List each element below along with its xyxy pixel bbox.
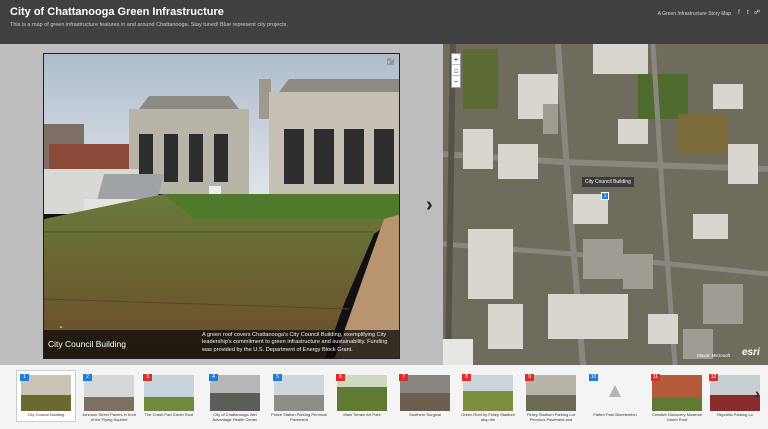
story-map-link[interactable]: A Green Infrastructure Story Map bbox=[658, 11, 731, 17]
thumbnail-label: Southern Surgical bbox=[409, 412, 441, 417]
map-attribution: Maxar, Microsoft bbox=[697, 353, 731, 358]
chevron-down-icon[interactable]: ⌄ bbox=[58, 322, 64, 330]
thumbnail-number: 12 bbox=[709, 374, 718, 381]
thumbnail-item[interactable]: 9 Finley Stadium Parking Lot Pervious Pa… bbox=[522, 371, 580, 422]
thumbnail-item[interactable]: 7 Southern Surgical bbox=[396, 371, 454, 421]
thumbnail-number: 7 bbox=[399, 374, 408, 381]
thumbnail-number: 9 bbox=[525, 374, 534, 381]
thumbnail-number: 11 bbox=[651, 374, 660, 381]
thumbnail-label: The Crash Pad Green Roof bbox=[144, 412, 194, 417]
thumbnail-item[interactable]: 11 Creative Discovery Museum Green Roof bbox=[648, 371, 706, 422]
content-area: ⤢ ⌄ City Council Building A green roof c… bbox=[0, 44, 768, 365]
photo-panel: ⤢ ⌄ City Council Building A green roof c… bbox=[43, 53, 400, 359]
thumbnail-item[interactable]: 10 Patten Park Bioretention bbox=[586, 371, 644, 421]
strip-next-icon[interactable]: › bbox=[755, 385, 760, 401]
thumbnail-strip: 1 City Council Building 2 Johnson Street… bbox=[0, 365, 768, 429]
thumbnail-item[interactable]: 8 Green Roof by Finley Stadium atop the bbox=[459, 371, 517, 422]
story-map-page: City of Chattanooga Green Infrastructure… bbox=[0, 0, 768, 429]
photo-caption: ⌄ City Council Building A green roof cov… bbox=[44, 323, 399, 358]
thumbnail-label: Republic Parking Lo bbox=[717, 412, 753, 417]
thumbnail-item[interactable]: 6 Main Terrain Art Park bbox=[333, 371, 391, 421]
zoom-in-button[interactable]: + bbox=[452, 54, 460, 65]
thumbnail-number: 10 bbox=[589, 374, 598, 381]
thumbnail-number: 4 bbox=[209, 374, 218, 381]
next-arrow-icon[interactable]: › bbox=[426, 194, 433, 217]
facebook-icon[interactable]: f bbox=[736, 10, 742, 16]
expand-icon[interactable]: ⤢ bbox=[386, 57, 395, 66]
thumbnail-label: City of Chattanooga Wet Advantage Health… bbox=[212, 412, 258, 422]
satellite-map[interactable] bbox=[443, 44, 768, 365]
home-icon[interactable]: ⌂ bbox=[452, 65, 460, 76]
thumbnail-number: 6 bbox=[336, 374, 345, 381]
esri-logo: esri bbox=[742, 347, 760, 358]
link-icon[interactable]: ☍ bbox=[754, 10, 760, 16]
thumbnail-item[interactable]: 3 The Crash Pad Green Roof bbox=[140, 371, 198, 421]
twitter-icon[interactable]: t bbox=[745, 10, 751, 16]
map-panel[interactable]: + ⌂ − City Council Building 1 Maxar, Mic… bbox=[443, 44, 768, 365]
map-tooltip: City Council Building bbox=[582, 177, 634, 187]
thumbnail-number: 5 bbox=[273, 374, 282, 381]
thumbnail-item[interactable]: 4 City of Chattanooga Wet Advantage Heal… bbox=[206, 371, 264, 422]
caption-title: City Council Building bbox=[48, 339, 126, 349]
page-title: City of Chattanooga Green Infrastructure bbox=[10, 6, 224, 18]
thumbnail-label: Johnson Street Pavers in front of the Fl… bbox=[82, 412, 136, 422]
zoom-out-button[interactable]: − bbox=[452, 76, 460, 87]
thumbnail-label: City Council Building bbox=[27, 412, 65, 417]
thumbnail-item[interactable]: 5 Police Station Parking Pervious Paveme… bbox=[270, 371, 328, 422]
thumbnail-number: 2 bbox=[83, 374, 92, 381]
green-roof-photo bbox=[44, 54, 399, 358]
page-subtitle: This is a map of green infrastructure fe… bbox=[10, 22, 288, 28]
map-marker[interactable]: 1 bbox=[601, 192, 609, 200]
thumbnail-label: Main Terrain Art Park bbox=[343, 412, 381, 417]
thumbnail-number: 1 bbox=[20, 374, 29, 381]
thumbnail-number: 8 bbox=[462, 374, 471, 381]
caption-description: A green roof covers Chattanooga's City C… bbox=[202, 332, 388, 353]
thumbnail-item[interactable]: 2 Johnson Street Pavers in front of the … bbox=[80, 371, 138, 422]
zoom-control: + ⌂ − bbox=[451, 53, 461, 88]
header-bar: City of Chattanooga Green Infrastructure… bbox=[0, 0, 768, 44]
thumbnail-number: 3 bbox=[143, 374, 152, 381]
thumbnail-label: Finley Stadium Parking Lot Pervious Pave… bbox=[527, 412, 575, 422]
thumbnail-label: Creative Discovery Museum Green Roof bbox=[651, 412, 702, 422]
thumbnail-label: Patten Park Bioretention bbox=[593, 412, 637, 417]
thumbnail-label: Police Station Parking Pervious Pavement bbox=[271, 412, 327, 422]
share-buttons: f t ☍ bbox=[736, 10, 760, 16]
thumbnail-item[interactable]: 1 City Council Building bbox=[17, 371, 75, 421]
thumbnail-label: Green Roof by Finley Stadium atop the bbox=[461, 412, 515, 422]
